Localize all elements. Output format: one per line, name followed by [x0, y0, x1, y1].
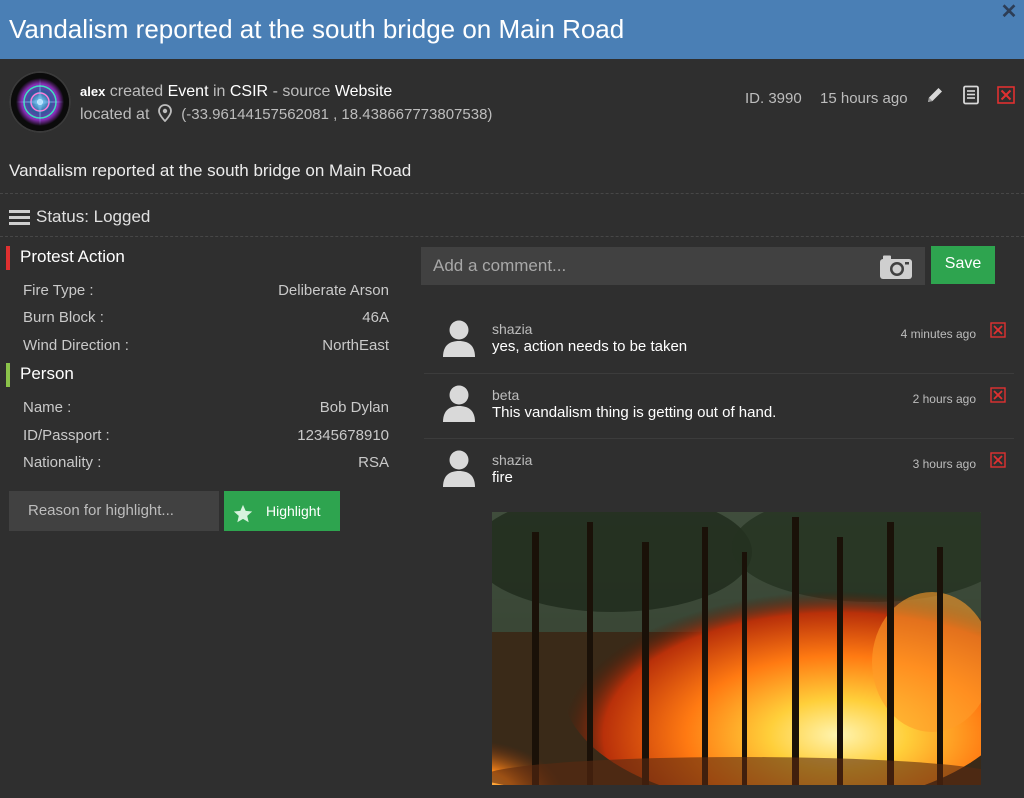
comment-item: shazia yes, action needs to be taken 4 m…	[424, 309, 1014, 374]
comment-text: This vandalism thing is getting out of h…	[492, 404, 777, 421]
status-text: Status: Logged	[36, 207, 151, 226]
comment-input[interactable]: Add a comment...	[421, 247, 925, 285]
source-label: - source	[272, 83, 331, 100]
field-name: Name : Bob Dylan	[23, 399, 389, 419]
event-description: Vandalism reported at the south bridge o…	[9, 161, 412, 180]
menu-icon[interactable]	[9, 209, 30, 230]
highlight-reason-input[interactable]: Reason for highlight...	[9, 491, 219, 531]
org-name: CSIR	[229, 83, 269, 100]
field-label: Name :	[23, 399, 72, 416]
comment-text: fire	[492, 469, 513, 486]
comment-time: 4 minutes ago	[900, 327, 976, 341]
field-burn-block: Burn Block : 46A	[23, 309, 389, 329]
status-line: Status: Logged	[9, 207, 150, 230]
divider	[0, 236, 1024, 237]
field-value: NorthEast	[322, 337, 389, 354]
field-nationality: Nationality : RSA	[23, 454, 389, 474]
close-icon[interactable]: ✕	[1000, 2, 1018, 22]
event-time: 15 hours ago	[820, 90, 908, 107]
event-id: ID. 3990	[745, 90, 802, 107]
in-label: in	[212, 83, 226, 100]
field-value: 46A	[362, 309, 389, 326]
comment-author[interactable]: shazia	[492, 321, 532, 337]
delete-icon[interactable]	[996, 85, 1016, 105]
event-type: Event	[167, 83, 209, 100]
field-label: Burn Block :	[23, 309, 104, 326]
edit-icon[interactable]	[925, 85, 945, 105]
comment-image-forest-fire[interactable]	[492, 512, 981, 785]
field-label: Wind Direction :	[23, 337, 129, 354]
field-value: Deliberate Arson	[278, 282, 389, 299]
created-label: created	[109, 83, 164, 100]
user-avatar-icon	[442, 385, 476, 428]
page-title: Vandalism reported at the south bridge o…	[9, 14, 625, 44]
field-value: 12345678910	[297, 427, 389, 444]
meta-line-created: alex created Event in CSIR - source Webs…	[80, 83, 392, 101]
field-label: Fire Type :	[23, 282, 94, 299]
field-fire-type: Fire Type : Deliberate Arson	[23, 282, 389, 302]
map-pin-icon[interactable]	[157, 104, 172, 127]
comment-time: 2 hours ago	[912, 392, 976, 406]
meta-line-location: located at (-33.96144157562081 , 18.4386…	[80, 104, 492, 127]
coordinates: (-33.96144157562081 , 18.438667773807538…	[181, 106, 493, 123]
star-icon	[232, 500, 254, 540]
highlight-button[interactable]: Highlight	[224, 491, 340, 531]
field-label: Nationality :	[23, 454, 102, 471]
highlight-label: Highlight	[266, 503, 321, 519]
camera-icon[interactable]	[879, 254, 913, 285]
section-person: Person	[6, 362, 74, 387]
field-id-passport: ID/Passport : 12345678910	[23, 427, 389, 447]
section-title: Protest Action	[20, 247, 125, 266]
comment-item: beta This vandalism thing is getting out…	[424, 374, 1014, 439]
divider	[0, 193, 1024, 194]
field-wind-direction: Wind Direction : NorthEast	[23, 337, 389, 357]
delete-comment-icon[interactable]	[990, 387, 1006, 403]
comment-text: yes, action needs to be taken	[492, 338, 688, 355]
author-name[interactable]: alex	[80, 84, 105, 99]
comment-author[interactable]: beta	[492, 387, 519, 403]
delete-comment-icon[interactable]	[990, 452, 1006, 468]
title-bar: Vandalism reported at the south bridge o…	[0, 0, 1024, 59]
field-label: ID/Passport :	[23, 427, 110, 444]
field-value: RSA	[358, 454, 389, 471]
located-label: located at	[80, 106, 150, 123]
section-title: Person	[20, 364, 74, 383]
field-value: Bob Dylan	[319, 399, 389, 416]
section-color-bar	[6, 246, 10, 270]
user-avatar-icon	[442, 450, 476, 493]
delete-comment-icon[interactable]	[990, 322, 1006, 338]
avatar[interactable]	[9, 71, 71, 133]
comment-time: 3 hours ago	[912, 457, 976, 471]
comment-author[interactable]: shazia	[492, 452, 532, 468]
source-name: Website	[334, 83, 393, 100]
section-color-bar	[6, 363, 10, 387]
section-protest-action: Protest Action	[6, 245, 125, 270]
save-button[interactable]: Save	[931, 246, 995, 284]
event-meta: alex created Event in CSIR - source Webs…	[0, 59, 1024, 149]
document-icon[interactable]	[961, 85, 981, 105]
user-avatar-icon	[442, 320, 476, 363]
